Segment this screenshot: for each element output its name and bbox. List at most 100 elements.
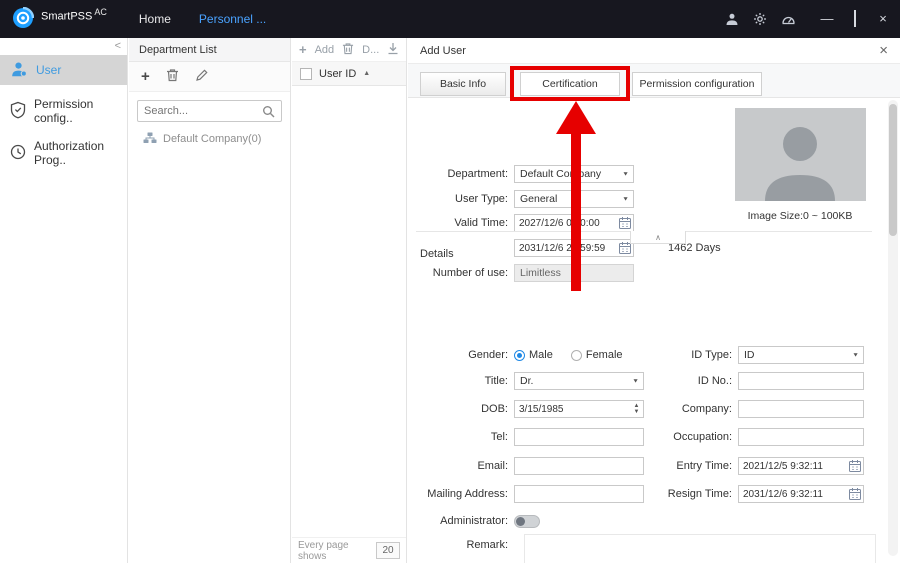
id-no-input[interactable]: [738, 372, 864, 390]
user-icon: [10, 60, 28, 81]
tab-permission-configuration[interactable]: Permission configuration: [632, 72, 762, 96]
administrator-toggle[interactable]: [514, 515, 540, 528]
user-type-label: User Type:: [414, 193, 514, 205]
search-icon[interactable]: [260, 105, 281, 118]
minimize-button[interactable]: —: [820, 12, 834, 26]
sidebar: < User Permission config.. Authorization…: [0, 38, 128, 563]
delete-department-button[interactable]: [166, 68, 179, 85]
delete-dropdown-label[interactable]: D...: [362, 44, 379, 56]
id-no-field: [738, 372, 864, 390]
remark-textarea[interactable]: [524, 534, 876, 563]
occupation-input[interactable]: [738, 428, 864, 446]
settings-gear-icon[interactable]: [752, 11, 768, 27]
sidebar-item-permission-config[interactable]: Permission config..: [0, 96, 127, 126]
dob-input[interactable]: [514, 400, 644, 418]
chevron-down-icon: ▼: [632, 378, 639, 384]
page-size-label: Every page shows: [298, 540, 372, 562]
user-type-select[interactable]: General ▼: [514, 190, 634, 208]
number-of-use-label: Number of use:: [414, 267, 514, 279]
sidebar-item-label: Permission config..: [34, 97, 127, 125]
sidebar-item-label: User: [36, 63, 61, 77]
chevron-down-icon: ▼: [622, 196, 629, 202]
female-radio[interactable]: [571, 350, 582, 361]
tel-input[interactable]: [514, 428, 644, 446]
title-select[interactable]: Dr. ▼: [514, 372, 644, 390]
titlebar-tab-home[interactable]: Home: [139, 12, 171, 26]
department-search-input[interactable]: [138, 105, 260, 117]
scrollbar-thumb[interactable]: [889, 104, 897, 236]
email-input[interactable]: [514, 457, 644, 475]
occupation-field: [738, 428, 864, 446]
id-type-select[interactable]: ID ▼: [738, 346, 864, 364]
valid-to-field: [514, 239, 634, 257]
delete-user-button[interactable]: [342, 42, 354, 58]
smartpss-logo-icon: [12, 7, 34, 32]
sort-asc-icon[interactable]: ▲: [363, 70, 370, 77]
resign-time-input[interactable]: [738, 485, 864, 503]
administrator-label: Administrator:: [414, 515, 514, 527]
user-management-icon[interactable]: [724, 11, 740, 27]
titlebar-right-icons: — ×: [724, 11, 900, 27]
male-radio[interactable]: [514, 350, 525, 361]
female-radio-label[interactable]: Female: [586, 349, 623, 361]
mailing-address-label: Mailing Address:: [414, 488, 514, 500]
tree-item-default-company[interactable]: Default Company(0): [129, 128, 290, 150]
select-all-checkbox[interactable]: [300, 68, 312, 80]
user-list-footer: Every page shows: [292, 537, 406, 563]
edit-department-button[interactable]: [195, 69, 208, 85]
tab-certification[interactable]: Certification: [520, 72, 620, 96]
calendar-icon[interactable]: [848, 487, 862, 501]
valid-from-input[interactable]: [514, 214, 634, 232]
dialog-close-button[interactable]: ×: [879, 43, 888, 58]
title-label: Title:: [414, 375, 514, 387]
id-no-label: ID No.:: [650, 375, 738, 387]
valid-time-label: Valid Time:: [414, 217, 514, 229]
org-chart-icon: [143, 132, 157, 147]
page-size-input[interactable]: [376, 542, 400, 559]
sidebar-item-user[interactable]: User: [0, 55, 127, 85]
add-user-button-label[interactable]: Add: [315, 44, 335, 56]
stepper-down-icon[interactable]: ▼: [634, 409, 640, 415]
department-toolbar: +: [129, 62, 290, 92]
dashboard-gauge-icon[interactable]: [780, 11, 796, 27]
department-select[interactable]: Default Company ▼: [514, 165, 634, 183]
tab-basic-info[interactable]: Basic Info: [420, 72, 506, 96]
collapse-details-button[interactable]: ∧: [630, 231, 686, 244]
add-department-button[interactable]: +: [141, 70, 150, 84]
dialog-titlebar: Add User ×: [408, 38, 900, 64]
tel-field: [514, 428, 644, 446]
company-field: [738, 400, 864, 418]
calendar-icon[interactable]: [848, 459, 862, 473]
photo-placeholder[interactable]: [735, 108, 866, 201]
occupation-label: Occupation:: [650, 431, 738, 443]
male-radio-label[interactable]: Male: [529, 349, 553, 361]
resign-time-field: [738, 485, 864, 503]
app-edition: AC: [94, 7, 107, 17]
app-window: SmartPSSAC Home Personnel ... — ×: [0, 0, 900, 563]
chevron-up-icon: ∧: [655, 233, 661, 242]
tree-item-label: Default Company(0): [163, 133, 261, 145]
department-panel: Department List + Defaul: [129, 38, 291, 563]
import-export-icon[interactable]: [387, 42, 399, 58]
main-area: < User Permission config.. Authorization…: [0, 38, 900, 563]
close-button[interactable]: ×: [876, 12, 890, 26]
calendar-icon[interactable]: [618, 216, 632, 230]
company-label: Company:: [650, 403, 738, 415]
entry-time-input[interactable]: [738, 457, 864, 475]
mailing-address-input[interactable]: [514, 485, 644, 503]
titlebar-tab-personnel[interactable]: Personnel ...: [199, 12, 266, 26]
add-user-button[interactable]: +: [299, 44, 307, 56]
titlebar: SmartPSSAC Home Personnel ... — ×: [0, 0, 900, 38]
user-list-toolbar: + Add D...: [292, 38, 406, 62]
column-header-user-id[interactable]: User ID: [319, 68, 356, 80]
add-user-dialog: Add User × Basic Info Certification Perm…: [408, 38, 900, 563]
app-logo: SmartPSSAC: [12, 7, 107, 32]
dialog-scrollbar[interactable]: [888, 100, 898, 556]
company-input[interactable]: [738, 400, 864, 418]
sidebar-item-authorization-progress[interactable]: Authorization Prog..: [0, 138, 127, 168]
dob-stepper[interactable]: ▲ ▼: [631, 402, 642, 416]
valid-to-input[interactable]: [514, 239, 634, 257]
number-of-use-input: Limitless: [514, 264, 634, 282]
sidebar-collapse-button[interactable]: <: [115, 40, 121, 52]
maximize-button[interactable]: [848, 12, 862, 26]
